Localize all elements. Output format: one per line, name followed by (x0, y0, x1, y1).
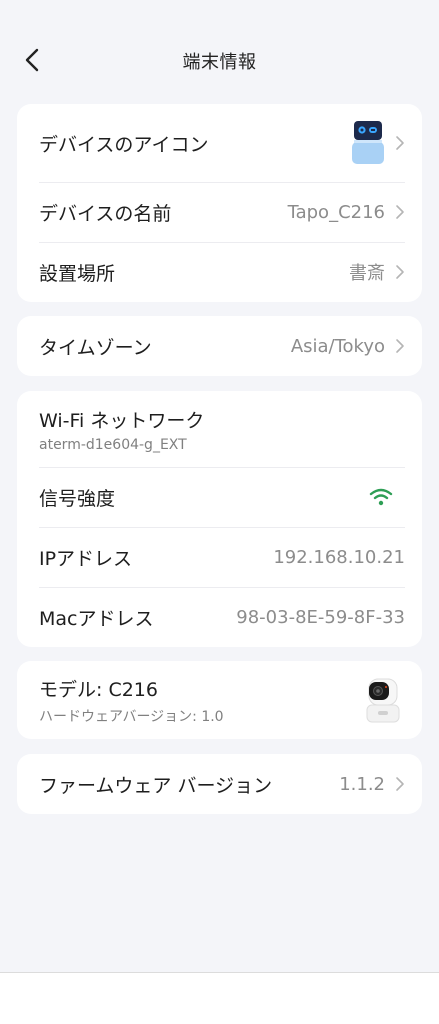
wifi-signal-icon (369, 488, 393, 506)
chevron-right-icon (396, 136, 404, 150)
timezone-label: タイムゾーン (39, 336, 152, 359)
firmware-row[interactable]: ファームウェア バージョン 1.1.2 (17, 754, 422, 814)
timezone-card: タイムゾーン Asia/Tokyo (17, 316, 422, 376)
device-card: デバイスのアイコン デバイスの名前 Tapo_C216 設置場所 書斎 (17, 104, 422, 302)
firmware-value: 1.1.2 (339, 773, 385, 795)
chevron-right-icon (396, 205, 404, 219)
mac-label: Macアドレス (39, 607, 154, 630)
firmware-card: ファームウェア バージョン 1.1.2 (17, 754, 422, 814)
device-icon-label: デバイスのアイコン (39, 133, 209, 156)
signal-label: 信号強度 (39, 487, 116, 510)
timezone-row[interactable]: タイムゾーン Asia/Tokyo (17, 316, 422, 376)
model-row: モデル: C216 ハードウェアバージョン: 1.0 (17, 661, 422, 739)
firmware-label: ファームウェア バージョン (39, 774, 273, 797)
wifi-ssid: aterm-d1e604-g_EXT (39, 436, 187, 453)
bottom-bar (0, 973, 439, 1024)
page-title: 端末情報 (182, 52, 257, 73)
network-card: Wi-Fi ネットワーク aterm-d1e604-g_EXT 信号強度 IPア… (17, 391, 422, 647)
header: 端末情報 (0, 0, 439, 120)
model-card: モデル: C216 ハードウェアバージョン: 1.0 (17, 661, 422, 739)
location-label: 設置場所 (39, 262, 116, 285)
location-row[interactable]: 設置場所 書斎 (17, 242, 422, 302)
location-value: 書斎 (349, 263, 385, 284)
mac-row: Macアドレス 98-03-8E-59-8F-33 (17, 587, 422, 647)
hardware-version: ハードウェアバージョン: 1.0 (39, 708, 224, 725)
chevron-right-icon (396, 339, 404, 353)
chevron-right-icon (396, 265, 404, 279)
ip-label: IPアドレス (39, 547, 133, 570)
device-name-label: デバイスの名前 (39, 202, 172, 225)
timezone-value: Asia/Tokyo (290, 335, 385, 357)
device-icon-row[interactable]: デバイスのアイコン (17, 104, 422, 182)
ip-row: IPアドレス 192.168.10.21 (17, 527, 422, 587)
chevron-right-icon (396, 777, 404, 791)
ip-value: 192.168.10.21 (273, 546, 405, 568)
device-name-row[interactable]: デバイスの名前 Tapo_C216 (17, 182, 422, 242)
mac-value: 98-03-8E-59-8F-33 (236, 606, 405, 628)
device-name-value: Tapo_C216 (287, 201, 385, 223)
model-label: モデル: C216 (39, 678, 158, 701)
wifi-label: Wi-Fi ネットワーク (39, 409, 205, 432)
camera-product-icon (366, 678, 400, 723)
robot-avatar-icon (352, 121, 384, 164)
wifi-row: Wi-Fi ネットワーク aterm-d1e604-g_EXT (17, 391, 422, 467)
model-text: モデル: C216 ハードウェアバージョン: 1.0 (39, 675, 363, 726)
signal-row: 信号強度 (17, 467, 422, 527)
